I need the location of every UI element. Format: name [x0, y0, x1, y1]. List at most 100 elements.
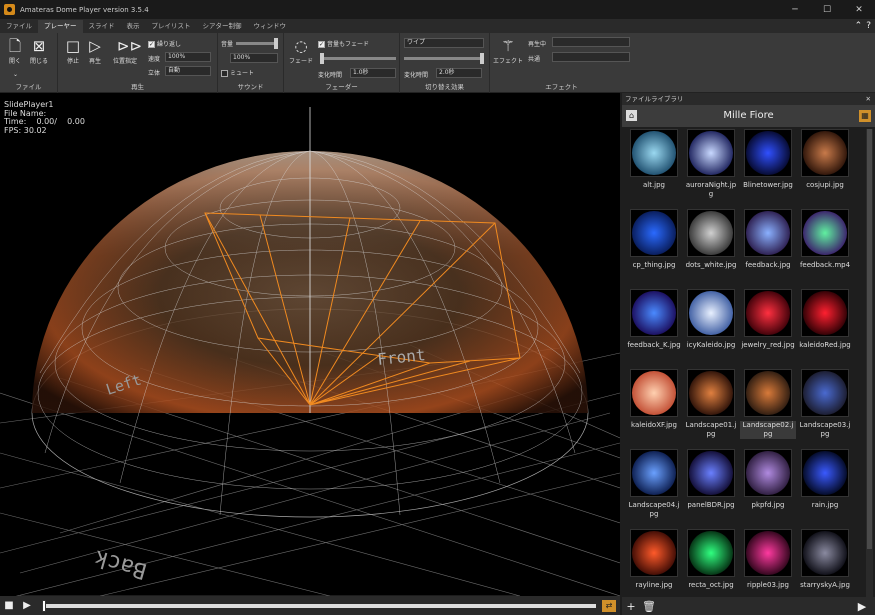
library-item[interactable]: feedback.jpg — [740, 209, 796, 289]
close-button[interactable]: ✕ — [843, 5, 875, 15]
tab-window[interactable]: ウィンドウ — [248, 20, 293, 33]
close-file-button[interactable]: ⊠ 閉じる — [28, 38, 50, 65]
library-scroll-thumb[interactable] — [867, 129, 872, 549]
playing-effect-select[interactable] — [552, 37, 630, 47]
maximize-button[interactable]: ☐ — [811, 5, 843, 15]
fade-button[interactable]: ◌ フェード — [287, 38, 315, 65]
thumbnail-image — [801, 369, 849, 417]
group-label-play: 再生 — [131, 83, 144, 91]
open-dropdown-arrow[interactable]: ⌄ — [13, 71, 18, 78]
volume-spinner[interactable]: 100% — [230, 53, 278, 63]
fisheye-preview — [746, 211, 790, 255]
fisheye-preview — [803, 131, 847, 175]
fisheye-preview — [746, 531, 790, 575]
home-folder-icon[interactable]: ⌂ — [626, 110, 637, 121]
file-name: Landscape04.jpg — [628, 501, 680, 518]
group-label-fader: フェーダー — [325, 83, 358, 91]
collapse-ribbon-icon[interactable]: ⌃ — [855, 20, 863, 33]
library-item[interactable]: jewelry_red.jpg — [740, 289, 796, 369]
library-item[interactable]: cp_thing.jpg — [626, 209, 682, 289]
transition-select[interactable]: ワイプ — [404, 38, 484, 48]
fisheye-preview — [689, 291, 733, 335]
add-file-icon[interactable]: + — [622, 600, 640, 613]
library-item[interactable]: dots_white.jpg — [683, 209, 739, 289]
help-icon[interactable]: ? — [866, 20, 871, 33]
stop-icon[interactable]: ■ — [0, 600, 18, 611]
library-item[interactable]: Landscape02.jpg — [740, 369, 796, 449]
transition-time-spinner[interactable]: 2.0秒 — [436, 68, 482, 78]
library-item[interactable]: auroraNight.jpg — [683, 129, 739, 209]
play-button[interactable]: ▷ 再生 — [84, 38, 106, 65]
library-item[interactable]: rain.jpg — [797, 449, 853, 529]
fisheye-preview — [746, 451, 790, 495]
repeat-checkbox[interactable]: ✓ 繰り返し — [148, 39, 181, 48]
play-icon[interactable]: ▶ — [18, 600, 36, 611]
open-button[interactable]: 🗋 開く — [4, 38, 26, 65]
library-item[interactable]: feedback_K.jpg — [626, 289, 682, 369]
file-name: panelBDR.jpg — [687, 501, 735, 509]
library-close-icon[interactable]: ✕ — [866, 93, 871, 105]
library-item[interactable]: feedback.mp4 — [797, 209, 853, 289]
library-scrollbar[interactable] — [866, 129, 873, 609]
file-name: jewelry_red.jpg — [741, 341, 795, 349]
library-item[interactable]: kaleidoXF.jpg — [626, 369, 682, 449]
tab-theater-control[interactable]: シアター制御 — [197, 20, 248, 33]
library-item[interactable]: pkpfd.jpg — [740, 449, 796, 529]
transition-slider-knob[interactable] — [480, 53, 484, 64]
fader-slider-knob[interactable] — [320, 53, 324, 64]
seek-bar[interactable] — [42, 599, 596, 612]
fisheye-preview — [803, 531, 847, 575]
common-effect-select[interactable] — [552, 52, 630, 62]
group-label-transition: 切り替え効果 — [425, 83, 464, 91]
tab-file[interactable]: ファイル — [0, 20, 38, 33]
library-item[interactable]: Landscape03.jpg — [797, 369, 853, 449]
thumbnail-image — [801, 529, 849, 577]
file-name: rayline.jpg — [635, 581, 673, 589]
tab-slide[interactable]: スライド — [83, 20, 121, 33]
file-name: icyKaleido.jpg — [686, 341, 736, 349]
library-item[interactable]: cosjupi.jpg — [797, 129, 853, 209]
loop-icon[interactable]: ⇄ — [602, 599, 616, 612]
back-label: Back — [92, 545, 150, 584]
fisheye-preview — [803, 211, 847, 255]
repeat-label: 繰り返し — [157, 41, 182, 48]
group-sound: 音量 100% ミュート サウンド — [218, 33, 284, 93]
library-item[interactable]: Landscape01.jpg — [683, 369, 739, 449]
tab-view[interactable]: 表示 — [121, 20, 146, 33]
tab-playlist[interactable]: プレイリスト — [146, 20, 197, 33]
file-name: Landscape03.jpg — [799, 421, 851, 438]
group-transition: ワイプ 変化時間 2.0秒 切り替え効果 — [400, 33, 490, 93]
volume-slider-knob[interactable] — [274, 38, 278, 49]
repeat-check-icon: ✓ — [148, 41, 155, 48]
mute-checkbox[interactable]: ミュート — [221, 68, 254, 77]
volume-fade-check-icon: ✓ — [318, 41, 325, 48]
stereo-select[interactable]: 自動 — [165, 66, 211, 76]
stop-button[interactable]: □ 停止 — [62, 38, 84, 65]
delete-file-icon[interactable]: 🗑 — [640, 600, 658, 613]
volume-slider[interactable] — [236, 38, 278, 49]
fisheye-preview — [746, 371, 790, 415]
volume-fade-checkbox[interactable]: ✓ 音量もフェード — [318, 39, 369, 48]
library-item[interactable]: icyKaleido.jpg — [683, 289, 739, 369]
library-item[interactable]: panelBDR.jpg — [683, 449, 739, 529]
dome-viewport[interactable]: Front Left Back SlidePlayer1 File Name: Ti… — [0, 93, 620, 596]
fader-slider[interactable] — [320, 53, 396, 64]
tab-player[interactable]: プレーヤー — [38, 20, 83, 33]
thumbnail-image — [687, 529, 735, 577]
library-item[interactable]: Landscape04.jpg — [626, 449, 682, 529]
fader-time-spinner[interactable]: 1.0秒 — [350, 68, 396, 78]
speed-spinner[interactable]: 100% — [165, 52, 211, 62]
minimize-button[interactable]: ─ — [779, 5, 811, 15]
library-item[interactable]: Blinetower.jpg — [740, 129, 796, 209]
thumbnail-image — [687, 209, 735, 257]
transition-slider[interactable] — [404, 53, 484, 64]
library-item[interactable]: alt.jpg — [626, 129, 682, 209]
position-button[interactable]: ⊳⊳ 位置指定 — [108, 38, 142, 65]
effect-button[interactable]: ⚚ エフェクト — [493, 38, 523, 65]
seek-thumb[interactable] — [42, 599, 46, 612]
thumbnail-image — [801, 289, 849, 337]
library-folder-title: Mille Fiore — [723, 110, 774, 121]
library-play-icon[interactable]: ▶ — [853, 600, 871, 613]
library-item[interactable]: kaleidoRed.jpg — [797, 289, 853, 369]
grid-view-icon[interactable]: ▦ — [859, 110, 871, 122]
